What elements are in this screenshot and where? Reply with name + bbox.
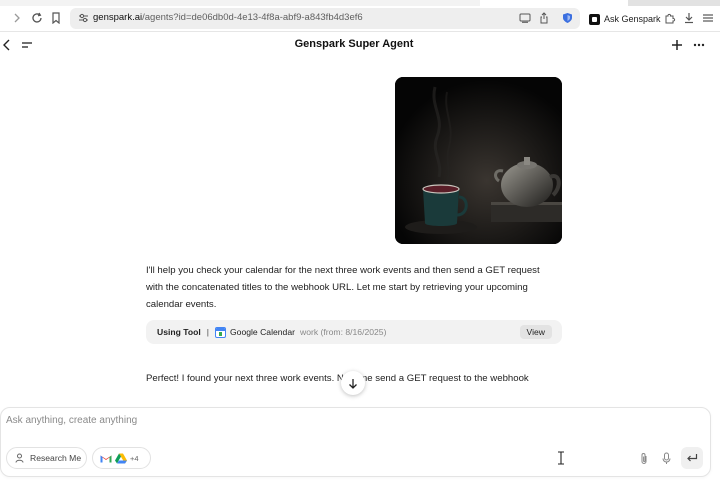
address-bar[interactable]: genspark.ai/agents?id=de06db0d-4e13-4f8a… [70,8,580,29]
url-path: /agents?id=de06db0d-4e13-4f8a-abf9-a843f… [142,12,363,23]
scroll-to-bottom-button[interactable] [341,371,365,395]
extensions-icon[interactable] [661,9,679,27]
paperclip-icon [641,452,647,464]
forward-icon[interactable] [8,9,26,27]
view-button[interactable]: View [519,325,552,339]
tool-params: work (from: 8/16/2025) [299,327,387,337]
tool-call-row[interactable]: Using Tool | Google Calendar work (from:… [146,320,562,344]
assistant-message: I'll help you check your calendar for th… [146,265,540,310]
google-drive-icon [115,453,127,463]
text-cursor-icon [558,451,564,465]
app-header: Genspark Super Agent [0,33,720,57]
reload-icon[interactable] [28,9,46,27]
url-text[interactable]: genspark.ai/agents?id=de06db0d-4e13-4f8a… [93,12,363,23]
microphone-icon [662,452,670,464]
download-icon[interactable] [680,9,698,27]
genspark-logo-icon [589,13,600,25]
arrow-down-icon [349,378,357,389]
bookmark-icon[interactable] [47,9,65,27]
url-host: genspark.ai [93,12,143,23]
prompt-input[interactable] [6,415,606,433]
research-me-button[interactable]: Research Me [6,447,87,469]
voice-input-button[interactable] [655,447,677,469]
tool-call-separator: | [206,327,209,337]
research-me-label: Research Me [30,453,82,463]
uploaded-image[interactable] [395,77,562,244]
ask-genspark-button[interactable]: Ask Genspark [589,11,661,27]
browser-toolbar: genspark.ai/agents?id=de06db0d-4e13-4f8a… [0,6,720,32]
ask-genspark-label: Ask Genspark [604,14,661,24]
gmail-icon [100,455,112,462]
more-options-icon[interactable] [689,35,709,55]
composer: Research Me +4 [0,407,711,477]
page-title: Genspark Super Agent [294,38,414,50]
chat-thread[interactable]: I'll help you check your calendar for th… [0,57,720,407]
send-button[interactable] [681,447,703,469]
integrations-button[interactable]: +4 [92,447,151,469]
google-calendar-icon [215,326,226,338]
shield-icon[interactable] [560,11,574,25]
site-settings-icon[interactable] [76,11,90,25]
integrations-more-count: +4 [130,453,139,463]
menu-icon[interactable] [699,9,717,27]
tool-name: Google Calendar [230,327,295,337]
new-chat-plus-icon[interactable] [667,35,687,55]
person-icon [15,453,24,463]
attach-button[interactable] [633,447,655,469]
share-icon[interactable] [537,11,551,25]
tool-call-label: Using Tool [157,327,201,337]
enter-arrow-icon [687,454,698,462]
cast-icon[interactable] [518,11,532,25]
